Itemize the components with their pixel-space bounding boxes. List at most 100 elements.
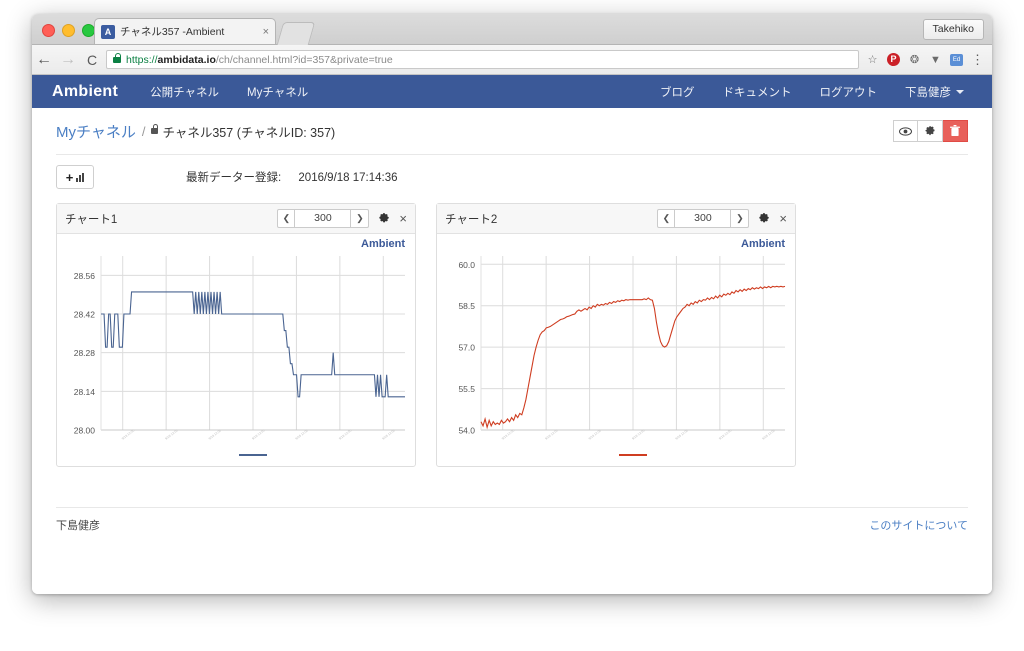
chart-close-button-1[interactable]: × bbox=[399, 212, 407, 225]
forward-arrow-icon[interactable]: → bbox=[56, 51, 80, 69]
settings-button[interactable] bbox=[918, 120, 943, 142]
browser-menu-icon[interactable]: ⋮ bbox=[968, 50, 987, 69]
bar-chart-icon bbox=[76, 172, 85, 182]
point-count-stepper-2: ❮ 300 ❯ bbox=[657, 209, 750, 228]
channel-actions bbox=[893, 120, 968, 142]
eye-icon bbox=[899, 126, 912, 136]
toolbar-icons: ☆ P ❂ ▼ Ed ⋮ bbox=[863, 50, 992, 69]
chart-panel-2: チャート2 ❮ 300 ❯ × Ambient 54.0 55.5 57.0 5… bbox=[436, 203, 796, 467]
tab-favicon-icon: A bbox=[101, 24, 115, 39]
chart-plot-2[interactable]: 54.055.557.058.560.09/18 12:00 9/18 12:00… bbox=[437, 234, 795, 466]
point-count-stepper-1: ❮ 300 ❯ bbox=[277, 209, 370, 228]
chart-grid: チャート1 ❮ 300 ❯ × Ambient 28.00 28.14 28.2… bbox=[56, 203, 968, 467]
browser-titlebar: A チャネル357 -Ambient × Takehiko bbox=[32, 14, 992, 45]
svg-text:55.5: 55.5 bbox=[458, 384, 475, 394]
nav-item-user-menu[interactable]: 下島健彦 bbox=[891, 84, 978, 100]
gear-icon bbox=[759, 212, 770, 222]
breadcrumb-my-channels[interactable]: Myチャネル bbox=[56, 121, 136, 142]
chart-panel-1-title: チャート1 bbox=[65, 213, 118, 226]
footer-about-link[interactable]: このサイトについて bbox=[869, 517, 968, 533]
url-host: ambidata.io bbox=[157, 53, 216, 66]
gear-icon bbox=[925, 126, 935, 136]
nav-item-public-channels[interactable]: 公開チャネル bbox=[136, 84, 233, 100]
nav-item-document[interactable]: ドキュメント bbox=[709, 84, 806, 100]
bluebox-extension-icon[interactable]: Ed bbox=[947, 50, 966, 69]
address-bar[interactable]: https://ambidata.io/ch/channel.html?id=3… bbox=[106, 50, 859, 69]
page-title: チャネル357 (チャネルID: 357) bbox=[162, 125, 336, 140]
reload-icon[interactable]: C bbox=[80, 52, 104, 68]
add-chart-button[interactable]: + bbox=[56, 165, 94, 189]
svg-text:28.28: 28.28 bbox=[74, 348, 96, 358]
point-count-input[interactable]: 300 bbox=[295, 209, 352, 228]
back-arrow-icon[interactable]: ← bbox=[32, 51, 56, 69]
browser-tab[interactable]: A チャネル357 -Ambient × bbox=[94, 18, 276, 44]
chart-panel-1: チャート1 ❮ 300 ❯ × Ambient 28.00 28.14 28.2… bbox=[56, 203, 416, 467]
chart-panel-2-title: チャート2 bbox=[445, 213, 498, 226]
lock-icon bbox=[113, 52, 121, 63]
chart-plot-1[interactable]: 28.0028.1428.2828.4228.569/18 12:00 9/18 … bbox=[57, 234, 415, 466]
chevron-down-icon bbox=[956, 90, 964, 95]
svg-text:28.14: 28.14 bbox=[74, 387, 96, 397]
browser-toolbar: ← → C https://ambidata.io/ch/channel.htm… bbox=[32, 45, 992, 75]
extension-icon[interactable]: ❂ bbox=[905, 50, 924, 69]
private-lock-icon bbox=[151, 124, 159, 134]
browser-window: A チャネル357 -Ambient × Takehiko ← → C http… bbox=[32, 14, 992, 594]
nav-item-blog[interactable]: ブログ bbox=[646, 84, 709, 100]
page-content: Myチャネル / チャネル357 (チャネルID: 357) + 最新データー登… bbox=[32, 108, 992, 542]
nav-item-my-channels[interactable]: Myチャネル bbox=[233, 84, 322, 100]
latest-data-timestamp: 2016/9/18 17:14:36 bbox=[298, 172, 398, 184]
chart-panel-2-controls: ❮ 300 ❯ × bbox=[657, 209, 787, 228]
chart-settings-button-2[interactable] bbox=[758, 212, 770, 226]
page-footer: 下島健彦 このサイトについて bbox=[56, 507, 968, 542]
delete-button[interactable] bbox=[943, 120, 968, 142]
view-button[interactable] bbox=[893, 120, 918, 142]
chart-panel-2-body: Ambient 54.0 55.5 57.0 58.5 60.0 9/18 12:00 9/… bbox=[437, 234, 795, 466]
window-controls bbox=[42, 24, 95, 37]
latest-data-label: 最新データー登録: bbox=[186, 172, 282, 184]
latest-data-info: 最新データー登録: 2016/9/18 17:14:36 bbox=[186, 169, 398, 185]
chart-toolbar: + 最新データー登録: 2016/9/18 17:14:36 bbox=[56, 155, 968, 199]
next-page-button[interactable]: ❯ bbox=[731, 209, 750, 228]
screenshot-root: A チャネル357 -Ambient × Takehiko ← → C http… bbox=[0, 0, 1024, 651]
svg-text:28.56: 28.56 bbox=[74, 271, 96, 281]
footer-author: 下島健彦 bbox=[56, 520, 100, 532]
site-navbar: Ambient 公開チャネル Myチャネル ブログ ドキュメント ログアウト 下… bbox=[32, 75, 992, 108]
nav-item-logout[interactable]: ログアウト bbox=[806, 84, 892, 100]
tab-title: チャネル357 -Ambient bbox=[120, 26, 225, 38]
nav-user-label: 下島健彦 bbox=[905, 86, 951, 99]
svg-text:28.42: 28.42 bbox=[74, 310, 96, 320]
chart-settings-button-1[interactable] bbox=[378, 212, 390, 226]
new-tab-button[interactable] bbox=[276, 22, 316, 45]
pinterest-glyph: P bbox=[887, 53, 900, 66]
chart-panel-1-header: チャート1 ❮ 300 ❯ × bbox=[57, 204, 415, 234]
url-text: https://ambidata.io/ch/channel.html?id=3… bbox=[126, 54, 393, 66]
prev-page-button[interactable]: ❮ bbox=[277, 209, 296, 228]
svg-text:58.5: 58.5 bbox=[458, 301, 475, 311]
next-page-button[interactable]: ❯ bbox=[351, 209, 370, 228]
url-path: /ch/channel.html?id=357&private=true bbox=[215, 53, 393, 66]
svg-text:54.0: 54.0 bbox=[458, 426, 475, 436]
url-scheme: https:// bbox=[126, 53, 158, 66]
point-count-input[interactable]: 300 bbox=[675, 209, 732, 228]
page-viewport: Ambient 公開チャネル Myチャネル ブログ ドキュメント ログアウト 下… bbox=[32, 75, 992, 594]
shield-icon[interactable]: ▼ bbox=[926, 50, 945, 69]
svg-text:57.0: 57.0 bbox=[458, 343, 475, 353]
chart-close-button-2[interactable]: × bbox=[779, 212, 787, 225]
svg-text:60.0: 60.0 bbox=[458, 260, 475, 270]
bookmark-star-icon[interactable]: ☆ bbox=[863, 50, 882, 69]
svg-text:28.00: 28.00 bbox=[74, 426, 96, 436]
pinterest-extension-icon[interactable]: P bbox=[884, 50, 903, 69]
bluebox-glyph: Ed bbox=[950, 53, 963, 66]
close-window-button[interactable] bbox=[42, 24, 55, 37]
breadcrumb-separator: / bbox=[141, 123, 146, 139]
brand-logo[interactable]: Ambient bbox=[44, 83, 136, 101]
plus-icon: + bbox=[65, 169, 74, 185]
gear-icon bbox=[379, 212, 390, 222]
profile-button[interactable]: Takehiko bbox=[922, 19, 984, 40]
trash-icon bbox=[950, 125, 960, 136]
minimize-window-button[interactable] bbox=[62, 24, 75, 37]
chart-panel-1-body: Ambient 28.00 28.14 28.28 28.42 28.56 9/18 12… bbox=[57, 234, 415, 466]
prev-page-button[interactable]: ❮ bbox=[657, 209, 676, 228]
page-title-row: Myチャネル / チャネル357 (チャネルID: 357) bbox=[56, 108, 968, 155]
close-icon[interactable]: × bbox=[259, 26, 269, 38]
